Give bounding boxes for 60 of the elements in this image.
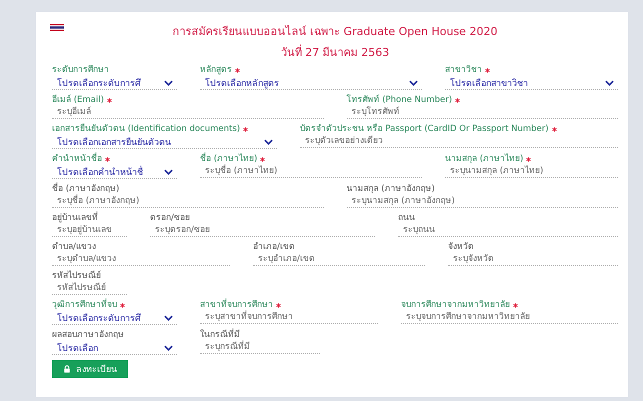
select-dropdown[interactable]: โปรดเลือกเอกสารยืนยันตัวตน	[52, 135, 277, 149]
select-dropdown[interactable]: โปรดเลือกคำนำหน้าชื่	[52, 165, 177, 179]
field-label: รหัสไปรษณีย์	[52, 270, 101, 282]
input-field[interactable]: ระบุตำบล/แขวง	[52, 253, 230, 266]
field-label: นามสกุล (ภาษาอังกฤษ)	[346, 184, 435, 194]
field-label: ระดับการศึกษา	[52, 64, 109, 76]
chevron-down-icon	[164, 168, 173, 174]
field-label: ตรอก/ซอย	[150, 212, 190, 224]
select-dropdown[interactable]: โปรดเลือก	[52, 341, 177, 355]
input-field[interactable]: ระบุกรณีที่มี	[200, 341, 320, 354]
input-field[interactable]: ระบุจบการศึกษาจากมหาวิทยาลัย	[401, 311, 618, 324]
field-label: บัตรจำตัวประชน หรือ Passport (CardID Or Passport Number)	[300, 124, 549, 134]
field-label: ผลสอบภาษาอังกฤษ	[52, 330, 124, 340]
field-label: อีเมล์ (Email)	[52, 94, 104, 106]
field-label: จังหวัด	[448, 242, 474, 252]
input-field[interactable]: ระบุตัวเลขอย่างเดียว	[300, 135, 618, 148]
input-field[interactable]: ระบุชื่อ (ภาษาไทย)	[200, 165, 422, 178]
field-label: เอกสารยืนยันตัวตน (Identification documents)	[52, 124, 240, 134]
input-field[interactable]: ระบุสาขาที่จบการศึกษา	[200, 311, 378, 324]
field-label: สาขาที่จบการศึกษา	[200, 300, 273, 310]
input-field[interactable]: ระบุอยู่บ้านเลข	[52, 224, 127, 237]
input-field[interactable]: ระบุอีเมล์	[52, 106, 324, 119]
input-field[interactable]: ระบุจังหวัด	[448, 253, 618, 266]
input-field[interactable]: ระบุอำเภอ/เขต	[253, 253, 425, 266]
input-field[interactable]: ระบุนามสกุล (ภาษาไทย)	[445, 165, 618, 178]
field-label: ชื่อ (ภาษาไทย)	[200, 154, 258, 164]
input-field[interactable]: รหัสไปรษณีย์	[52, 282, 127, 295]
register-button[interactable]: ลงทะเบียน	[52, 360, 128, 378]
form-title: การสมัครเรียนแบบออนไลน์ เฉพาะ Graduate Open House 2020	[172, 25, 498, 38]
input-field[interactable]: ระบุโทรศัพท์	[346, 106, 618, 119]
field-label: หลักสูตร	[200, 64, 232, 76]
field-label: ตำบล/แขวง	[52, 242, 96, 252]
select-dropdown[interactable]: โปรดเลือกระดับการศึ	[52, 311, 177, 325]
select-dropdown[interactable]: โปรดเลือกหลักสูตร	[200, 76, 422, 90]
chevron-down-icon	[409, 80, 418, 86]
field-label: อำเภอ/เขต	[253, 242, 295, 252]
field-label: จบการศึกษาจากมหาวิทยาลัย	[401, 300, 510, 310]
field-label: ในกรณีที่มี	[200, 330, 240, 340]
select-dropdown[interactable]: โปรดเลือกระดับการศึ	[52, 76, 177, 90]
select-dropdown[interactable]: โปรดเลือกสาขาวิชา	[445, 76, 618, 90]
chevron-down-icon	[164, 80, 173, 86]
input-field[interactable]: ระบุถนน	[398, 224, 618, 237]
flag-icon[interactable]	[50, 24, 64, 31]
event-date: วันที่ 27 มีนาคม 2563	[280, 46, 390, 59]
field-label: วุฒิการศึกษาที่จบ	[52, 300, 117, 310]
field-label: นามสกุล (ภาษาไทย)	[445, 154, 524, 164]
field-label: คำนำหน้าชื่อ	[52, 154, 102, 164]
field-label: ถนน	[398, 212, 415, 224]
chevron-down-icon	[164, 344, 173, 350]
input-field[interactable]: ระบุนามสกุล (ภาษาอังกฤษ)	[346, 195, 618, 208]
field-label: โทรศัพท์ (Phone Number)	[346, 94, 452, 106]
chevron-down-icon	[264, 138, 273, 144]
input-field[interactable]: ระบุชื่อ (ภาษาอังกฤษ)	[52, 195, 324, 208]
chevron-down-icon	[164, 314, 173, 320]
field-label: อยู่บ้านเลขที่	[52, 212, 98, 224]
chevron-down-icon	[605, 80, 614, 86]
lock-icon	[63, 365, 71, 373]
field-label: ชื่อ (ภาษาอังกฤษ)	[52, 184, 120, 194]
input-field[interactable]: ระบุตรอก/ซอย	[150, 224, 375, 237]
field-label: สาขาวิชา	[445, 64, 482, 76]
